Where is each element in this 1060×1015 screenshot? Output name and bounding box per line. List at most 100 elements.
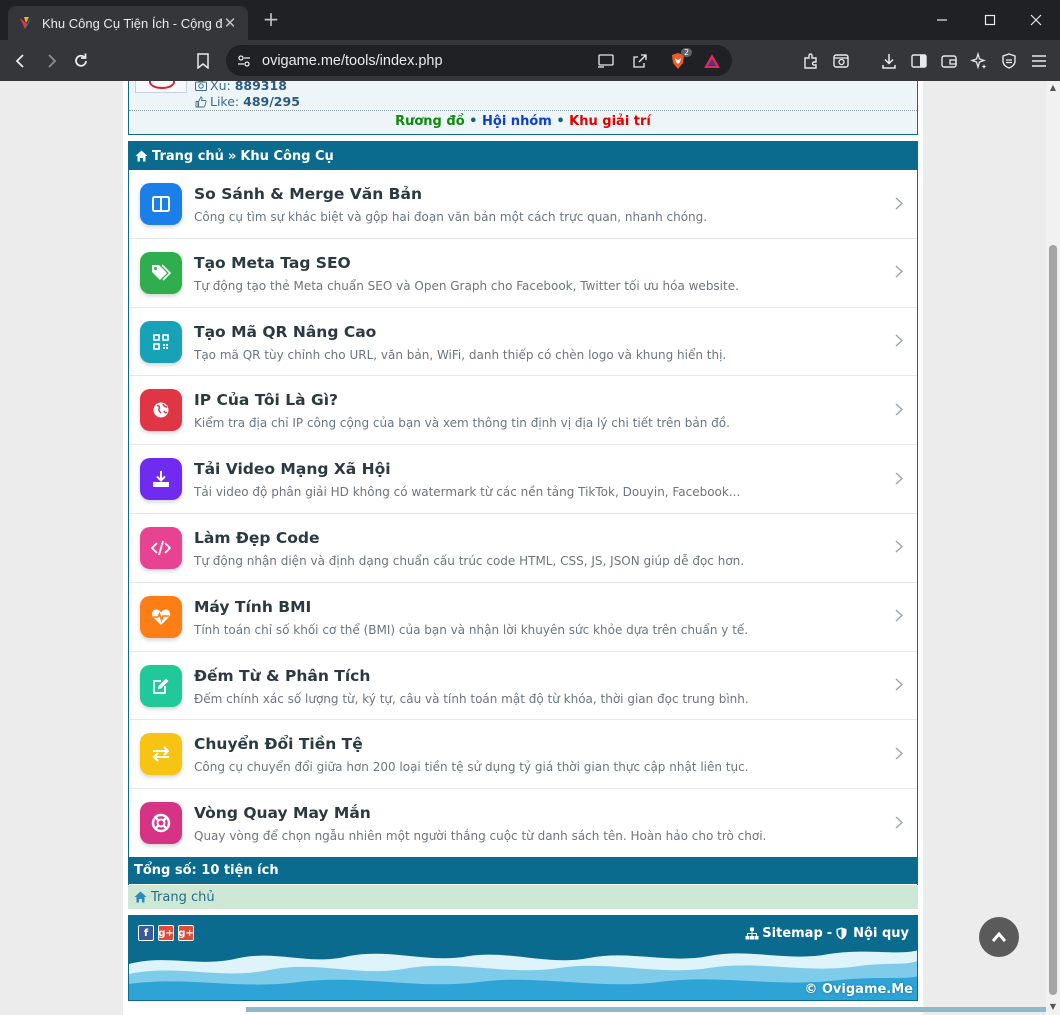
- breadcrumb-current: Khu Công Cụ: [240, 148, 334, 164]
- brave-rewards-icon[interactable]: [702, 51, 722, 71]
- page-viewport: Xu: 889318 Like: 489/295 Rương đồ • Hội …: [0, 81, 1046, 1015]
- shield-icon: [836, 927, 850, 941]
- site-favicon-icon: [20, 17, 32, 29]
- tool-title: Làm Đẹp Code: [194, 528, 320, 547]
- home-link[interactable]: Trang chủ: [151, 890, 215, 905]
- scroll-to-top-button[interactable]: [979, 917, 1019, 957]
- close-window-icon[interactable]: [1012, 0, 1060, 40]
- wallet-icon[interactable]: [936, 48, 962, 74]
- tool-item-video-downloader[interactable]: Tải Video Mạng Xã Hội Tải video độ phân …: [129, 445, 917, 514]
- tab-title: Khu Công Cụ Tiện Ích - Cộng đồ: [42, 15, 222, 31]
- tool-item-qr-code[interactable]: Tạo Mã QR Nâng Cao Tạo mã QR tùy chỉnh c…: [129, 308, 917, 377]
- code-icon: [140, 526, 182, 569]
- scroll-up-arrow-icon[interactable]: ▲: [1049, 84, 1057, 92]
- tool-item-meta-tag-seo[interactable]: Tạo Meta Tag SEO Tự động tạo thẻ Meta ch…: [129, 239, 917, 308]
- entertainment-link[interactable]: Khu giải trí: [569, 114, 651, 129]
- leo-ai-icon[interactable]: [966, 48, 992, 74]
- vpn-shield-icon[interactable]: [996, 48, 1022, 74]
- tool-item-lucky-wheel[interactable]: Vòng Quay May Mắn Quay vòng để chọn ngẫu…: [129, 789, 917, 858]
- tags-icon: [140, 251, 182, 294]
- inventory-link[interactable]: Rương đồ: [395, 114, 465, 129]
- browser-tab[interactable]: Khu Công Cụ Tiện Ích - Cộng đồ ✕: [8, 6, 248, 40]
- xu-value: 889318: [234, 81, 287, 93]
- facebook-icon[interactable]: f: [138, 925, 154, 941]
- avatar[interactable]: [135, 81, 187, 93]
- footer-wave-graphic: [129, 946, 917, 1000]
- xu-stat: Xu: 889318: [195, 81, 287, 93]
- user-info-box: Xu: 889318 Like: 489/295 Rương đồ • Hội …: [128, 81, 918, 135]
- tool-item-code-beautifier[interactable]: Làm Đẹp Code Tự động nhận diện và định d…: [129, 514, 917, 583]
- xu-label: Xu:: [210, 81, 231, 93]
- tool-description: Đếm chính xác số lượng từ, ký tự, câu và…: [194, 691, 749, 706]
- chevron-right-icon: [895, 264, 907, 280]
- site-settings-icon[interactable]: [234, 51, 254, 71]
- tools-panel: Trang chủ » Khu Công Cụ So Sánh & Merge …: [128, 141, 918, 894]
- chevron-up-icon: [991, 931, 1007, 942]
- tool-title: Tải Video Mạng Xã Hội: [194, 460, 391, 479]
- breadcrumb: Trang chủ » Khu Công Cụ: [129, 142, 917, 170]
- footer-separator: -: [826, 926, 833, 941]
- home-icon: [135, 150, 148, 163]
- chevron-right-icon: [895, 745, 907, 761]
- link-separator: •: [469, 114, 478, 129]
- tool-description: Tạo mã QR tùy chỉnh cho URL, văn bản, Wi…: [194, 347, 727, 362]
- tool-title: Tạo Mã QR Nâng Cao: [194, 322, 377, 341]
- tool-title: Đếm Từ & Phân Tích: [194, 666, 371, 685]
- tool-title: Chuyển Đổi Tiền Tệ: [194, 735, 363, 754]
- breadcrumb-home[interactable]: Trang chủ: [152, 149, 224, 164]
- google-plus-icon[interactable]: g+: [178, 925, 194, 941]
- tool-description: Kiểm tra địa chỉ IP công cộng của bạn và…: [194, 416, 730, 431]
- tool-description: Tự động nhận diện và định dạng chuẩn cấu…: [194, 553, 745, 568]
- tool-description: Tải video độ phân giải HD không có water…: [194, 485, 741, 500]
- scroll-down-arrow-icon[interactable]: ▼: [1049, 1003, 1057, 1011]
- tool-item-text-compare[interactable]: So Sánh & Merge Văn Bản Công cụ tìm sự k…: [129, 170, 917, 239]
- address-bar[interactable]: ovigame.me/tools/index.php 2: [226, 45, 732, 76]
- new-tab-button[interactable]: +: [258, 6, 284, 32]
- share-icon[interactable]: [630, 51, 650, 71]
- chevron-right-icon: [895, 814, 907, 830]
- chevron-right-icon: [895, 677, 907, 693]
- reload-icon[interactable]: [68, 48, 94, 74]
- bookmark-icon[interactable]: [190, 48, 216, 74]
- page-content: Xu: 889318 Like: 489/295 Rương đồ • Hội …: [123, 81, 1046, 1015]
- columns-icon: [140, 183, 182, 225]
- download-icon: [140, 458, 182, 501]
- maximize-icon[interactable]: [966, 0, 1014, 40]
- home-icon: [134, 891, 147, 904]
- exchange-icon: [140, 733, 182, 776]
- like-value: 489/295: [243, 94, 300, 109]
- extensions-icon[interactable]: [798, 48, 824, 74]
- minimize-icon[interactable]: [918, 0, 966, 40]
- groups-link[interactable]: Hội nhóm: [482, 114, 552, 129]
- chevron-right-icon: [895, 539, 907, 555]
- menu-icon[interactable]: [1026, 48, 1052, 74]
- sitemap-icon: [745, 927, 759, 941]
- tool-title: Tạo Meta Tag SEO: [194, 253, 351, 272]
- reader-mode-icon[interactable]: [828, 48, 854, 74]
- rules-link[interactable]: Nội quy: [853, 926, 909, 941]
- google-plus-icon[interactable]: g+: [158, 925, 174, 941]
- downloads-icon[interactable]: [876, 48, 902, 74]
- forward-icon[interactable]: [38, 48, 64, 74]
- sidebar-icon[interactable]: [906, 48, 932, 74]
- tool-description: Quay vòng để chọn ngẫu nhiên một người t…: [194, 829, 767, 844]
- tool-description: Công cụ chuyển đổi giữa hơn 200 loại tiề…: [194, 760, 749, 775]
- user-links: Rương đồ • Hội nhóm • Khu giải trí: [129, 110, 917, 132]
- tool-item-currency-converter[interactable]: Chuyển Đổi Tiền Tệ Công cụ chuyển đổi gi…: [129, 720, 917, 790]
- tool-item-my-ip[interactable]: IP Của Tôi Là Gì? Kiểm tra địa chỉ IP cô…: [129, 376, 917, 446]
- tool-item-bmi-calculator[interactable]: Máy Tính BMI Tính toán chỉ số khối cơ th…: [129, 583, 917, 652]
- like-label: Like:: [210, 94, 240, 109]
- back-icon[interactable]: [8, 48, 34, 74]
- sitemap-link[interactable]: Sitemap: [762, 926, 822, 941]
- edit-icon: [140, 664, 182, 707]
- close-tab-icon[interactable]: ✕: [222, 14, 238, 32]
- footer-links: Sitemap - Nội quy: [745, 926, 909, 941]
- like-stat: Like: 489/295: [195, 94, 300, 109]
- tool-item-word-counter[interactable]: Đếm Từ & Phân Tích Đếm chính xác số lượn…: [129, 652, 917, 721]
- tool-title: So Sánh & Merge Văn Bản: [194, 185, 422, 203]
- link-separator: •: [556, 114, 565, 129]
- cast-icon[interactable]: [596, 51, 616, 71]
- scrollbar-thumb[interactable]: [1049, 245, 1057, 995]
- tool-title: Máy Tính BMI: [194, 597, 312, 616]
- home-link-bar: Trang chủ: [128, 885, 918, 909]
